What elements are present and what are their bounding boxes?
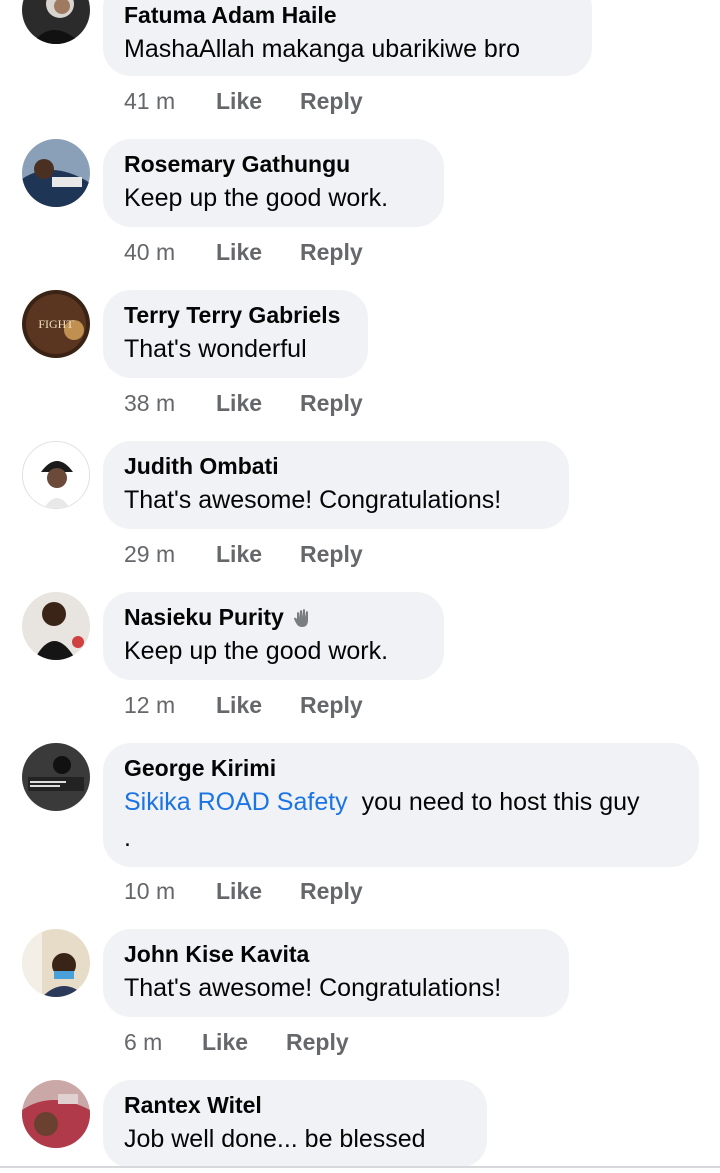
comment-time[interactable]: 40 m [124,239,216,266]
comment-text: Sikika ROAD Safety you need to host this… [124,784,644,856]
like-button[interactable]: Like [216,541,300,568]
comment-actions: 12 m Like Reply [124,692,363,719]
comment-text: MashaAllah makanga ubarikiwe bro [124,35,521,63]
reply-button[interactable]: Reply [300,878,363,905]
reply-button[interactable]: Reply [300,390,363,417]
commenter-name-row: Nasieku Purity [124,604,423,631]
commenter-name[interactable]: Terry Terry Gabriels [124,302,347,329]
avatar[interactable] [22,1080,90,1148]
commenter-name[interactable]: Rantex Witel [124,1092,466,1119]
like-button[interactable]: Like [202,1029,286,1056]
commenter-name[interactable]: Fatuma Adam Haile [124,2,571,29]
divider [0,1166,720,1168]
comment-time[interactable]: 41 m [124,88,216,115]
comment-time[interactable]: 12 m [124,692,216,719]
comment-bubble: Nasieku Purity Keep up the good work. [103,592,444,680]
comment-bubble: Terry Terry Gabriels That's wonderful [103,290,368,378]
comment-bubble: John Kise Kavita That's awesome! Congrat… [103,929,569,1017]
avatar[interactable] [22,0,90,44]
comment-actions: 29 m Like Reply [124,541,363,568]
like-button[interactable]: Like [216,390,300,417]
comment-text: That's wonderful [124,335,307,363]
comment-bubble: George Kirimi Sikika ROAD Safety you nee… [103,743,699,867]
commenter-name[interactable]: John Kise Kavita [124,941,548,968]
reply-button[interactable]: Reply [300,239,363,266]
comment-time[interactable]: 38 m [124,390,216,417]
commenter-name[interactable]: Judith Ombati [124,453,548,480]
comment-time[interactable]: 10 m [124,878,216,905]
avatar[interactable] [22,743,90,811]
waving-hand-icon [293,608,308,627]
comment-actions: 41 m Like Reply [124,88,363,115]
comment-text: Keep up the good work. [124,184,389,212]
comment-text: Job well done... be blessed [124,1125,426,1153]
commenter-name[interactable]: George Kirimi [124,755,678,782]
comment-actions: 38 m Like Reply [124,390,363,417]
comment-text: That's awesome! Congratulations! [124,486,502,514]
commenter-name[interactable]: Nasieku Purity [124,604,284,631]
reply-button[interactable]: Reply [300,692,363,719]
comment-time[interactable]: 29 m [124,541,216,568]
like-button[interactable]: Like [216,878,300,905]
comment-bubble: Rosemary Gathungu Keep up the good work. [103,139,444,227]
comment-actions: 40 m Like Reply [124,239,363,266]
avatar-text: FIGHT [38,317,74,331]
comment-text: Keep up the good work. [124,637,389,665]
like-button[interactable]: Like [216,88,300,115]
reply-button[interactable]: Reply [300,88,363,115]
like-button[interactable]: Like [216,692,300,719]
avatar[interactable] [22,592,90,660]
comment-bubble: Fatuma Adam Haile MashaAllah makanga uba… [103,0,592,76]
avatar[interactable]: FIGHT [22,290,90,358]
mention-link[interactable]: Sikika ROAD Safety [124,788,348,816]
reply-button[interactable]: Reply [286,1029,349,1056]
comment-time[interactable]: 6 m [124,1029,202,1056]
avatar[interactable] [22,139,90,207]
avatar[interactable] [22,441,90,509]
comment-text: That's awesome! Congratulations! [124,974,502,1002]
reply-button[interactable]: Reply [300,541,363,568]
comment-actions: 6 m Like Reply [124,1029,349,1056]
comment-actions: 10 m Like Reply [124,878,363,905]
avatar[interactable] [22,929,90,997]
comment-bubble: Judith Ombati That's awesome! Congratula… [103,441,569,529]
commenter-name[interactable]: Rosemary Gathungu [124,151,423,178]
like-button[interactable]: Like [216,239,300,266]
comment-bubble: Rantex Witel Job well done... be blessed [103,1080,487,1168]
